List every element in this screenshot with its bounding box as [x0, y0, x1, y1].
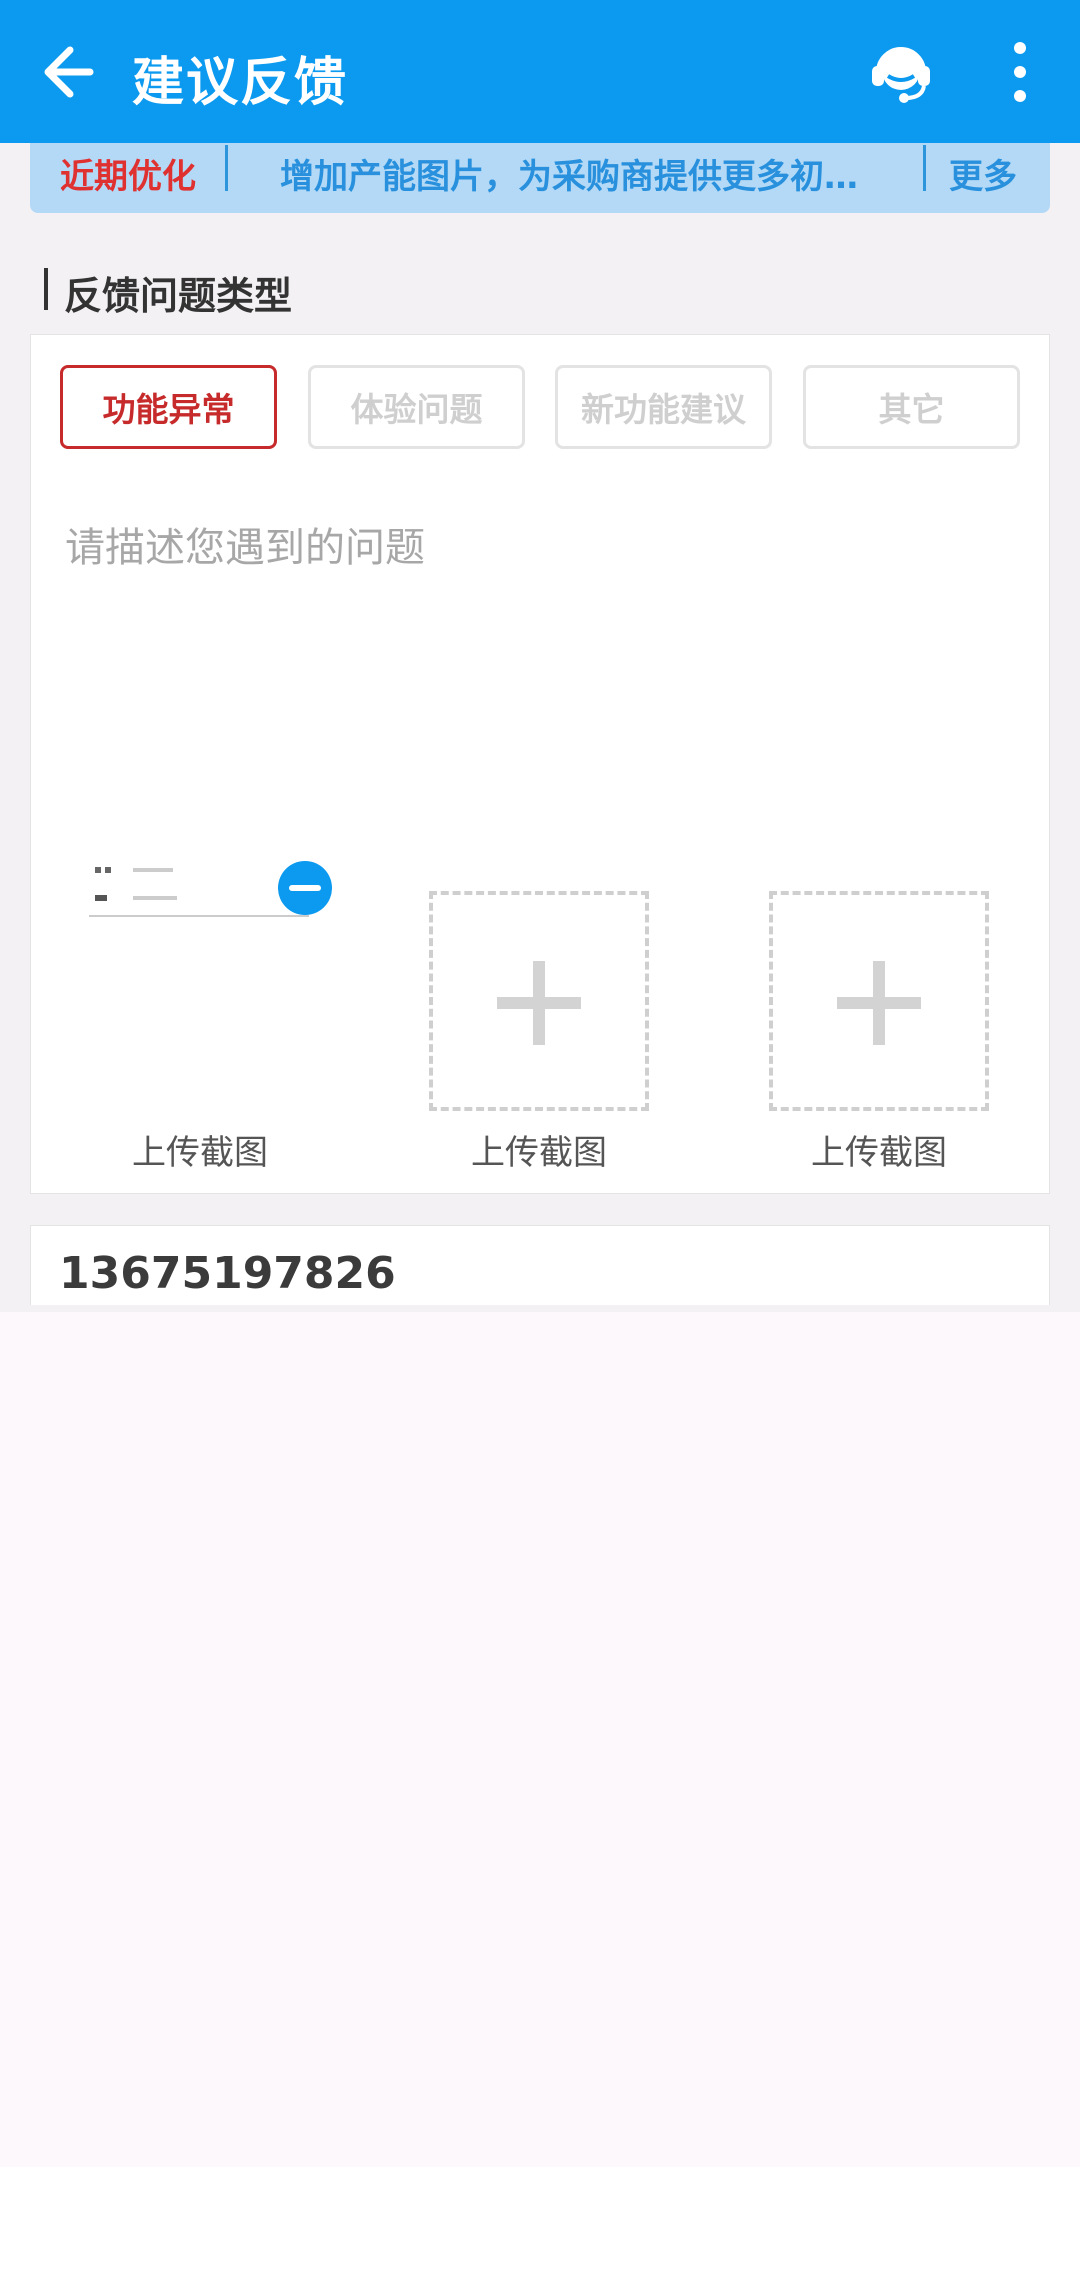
type-button-other[interactable]: 其它	[803, 365, 1020, 449]
notice-more-link[interactable]: 更多	[949, 149, 1017, 198]
bottom-area	[0, 2167, 1080, 2292]
notice-bar[interactable]: 近期优化 增加产能图片，为采购商提供更多初… 更多	[30, 143, 1050, 213]
page-title: 建议反馈	[132, 53, 349, 113]
description-input[interactable]: 请描述您遇到的问题	[65, 515, 425, 573]
empty-area	[0, 1312, 1080, 2167]
more-vertical-icon[interactable]	[1000, 40, 1040, 104]
notice-tag: 近期优化	[60, 157, 196, 197]
upload-label: 上传截图	[132, 1133, 268, 1173]
section-marker	[44, 268, 48, 310]
arrow-left-icon[interactable]	[36, 36, 98, 108]
app-bar: 建议反馈	[0, 0, 1080, 143]
type-button-experience[interactable]: 体验问题	[308, 365, 525, 449]
add-screenshot-button[interactable]	[769, 891, 989, 1111]
remove-image-button[interactable]	[278, 861, 332, 915]
add-screenshot-button[interactable]	[429, 891, 649, 1111]
section-title: 反馈问题类型	[64, 274, 293, 318]
upload-label: 上传截图	[811, 1133, 947, 1173]
upload-label: 上传截图	[471, 1133, 607, 1173]
contact-card: 13675197826	[30, 1225, 1050, 1305]
notice-text[interactable]: 增加产能图片，为采购商提供更多初…	[280, 149, 920, 198]
phone-input[interactable]: 13675197826	[59, 1248, 396, 1299]
headset-icon[interactable]	[868, 38, 934, 104]
divider	[225, 145, 228, 191]
type-button-new-feature[interactable]: 新功能建议	[555, 365, 772, 449]
thumbnail-image	[95, 867, 177, 901]
divider	[923, 145, 926, 191]
type-button-function-error[interactable]: 功能异常	[60, 365, 277, 449]
feedback-page: 建议反馈 近期优化 增加产能图片，为采购商提供更多初… 更多 反馈问题类型 功能…	[0, 0, 1080, 2292]
feedback-card: 功能异常 体验问题 新功能建议 其它 请描述您遇到的问题 上传截图 上传截图 上…	[30, 334, 1050, 1194]
